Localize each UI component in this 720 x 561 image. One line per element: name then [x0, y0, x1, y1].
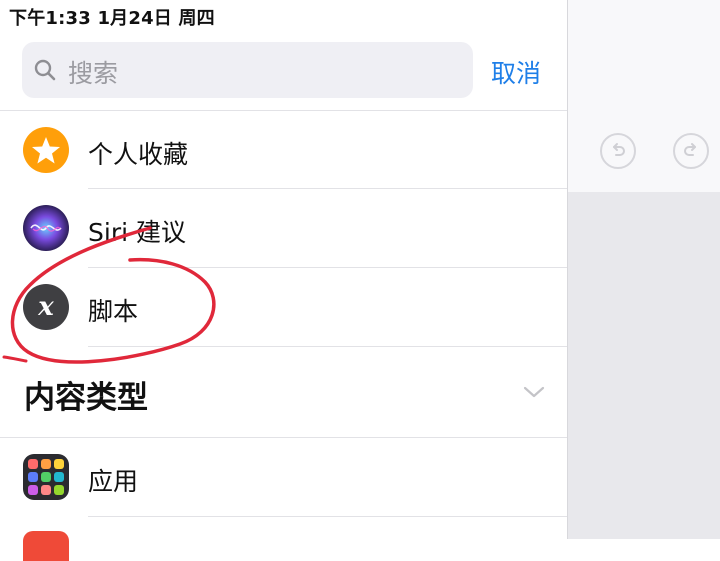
section-divider — [0, 437, 567, 438]
search-field[interactable]: 搜索 — [22, 42, 473, 98]
section-title-content-types: 内容类型 — [24, 380, 148, 416]
partial-app-icon — [23, 531, 69, 561]
cancel-button[interactable]: 取消 — [491, 54, 541, 90]
script-x-glyph: x — [37, 292, 54, 322]
list-item-label: 个人收藏 — [88, 140, 189, 169]
row-divider — [88, 516, 567, 517]
row-divider — [88, 267, 567, 268]
action-list-panel: 下午1:33 1月24日 周四 搜索 取消 个人收藏 Siri 建议 x 脚本 … — [0, 0, 567, 561]
undo-button[interactable] — [600, 133, 636, 169]
redo-icon — [684, 143, 696, 156]
list-item-label: 应用 — [88, 467, 139, 496]
list-item-label: Siri 建议 — [88, 218, 186, 247]
apps-grid-icon — [23, 454, 69, 500]
search-placeholder: 搜索 — [68, 59, 119, 88]
row-divider — [88, 188, 567, 189]
search-icon — [34, 59, 56, 81]
list-item-label: 脚本 — [88, 297, 139, 326]
row-divider — [88, 346, 567, 347]
star-icon — [23, 127, 69, 173]
status-bar-time-date: 下午1:33 1月24日 周四 — [9, 8, 215, 29]
script-x-icon: x — [23, 284, 69, 330]
editor-canvas — [568, 192, 720, 539]
chevron-down-icon[interactable] — [522, 380, 546, 404]
redo-button[interactable] — [673, 133, 709, 169]
editor-toolbar — [568, 0, 720, 192]
header-divider — [0, 110, 567, 111]
siri-icon — [23, 205, 69, 251]
undo-icon — [613, 143, 625, 156]
